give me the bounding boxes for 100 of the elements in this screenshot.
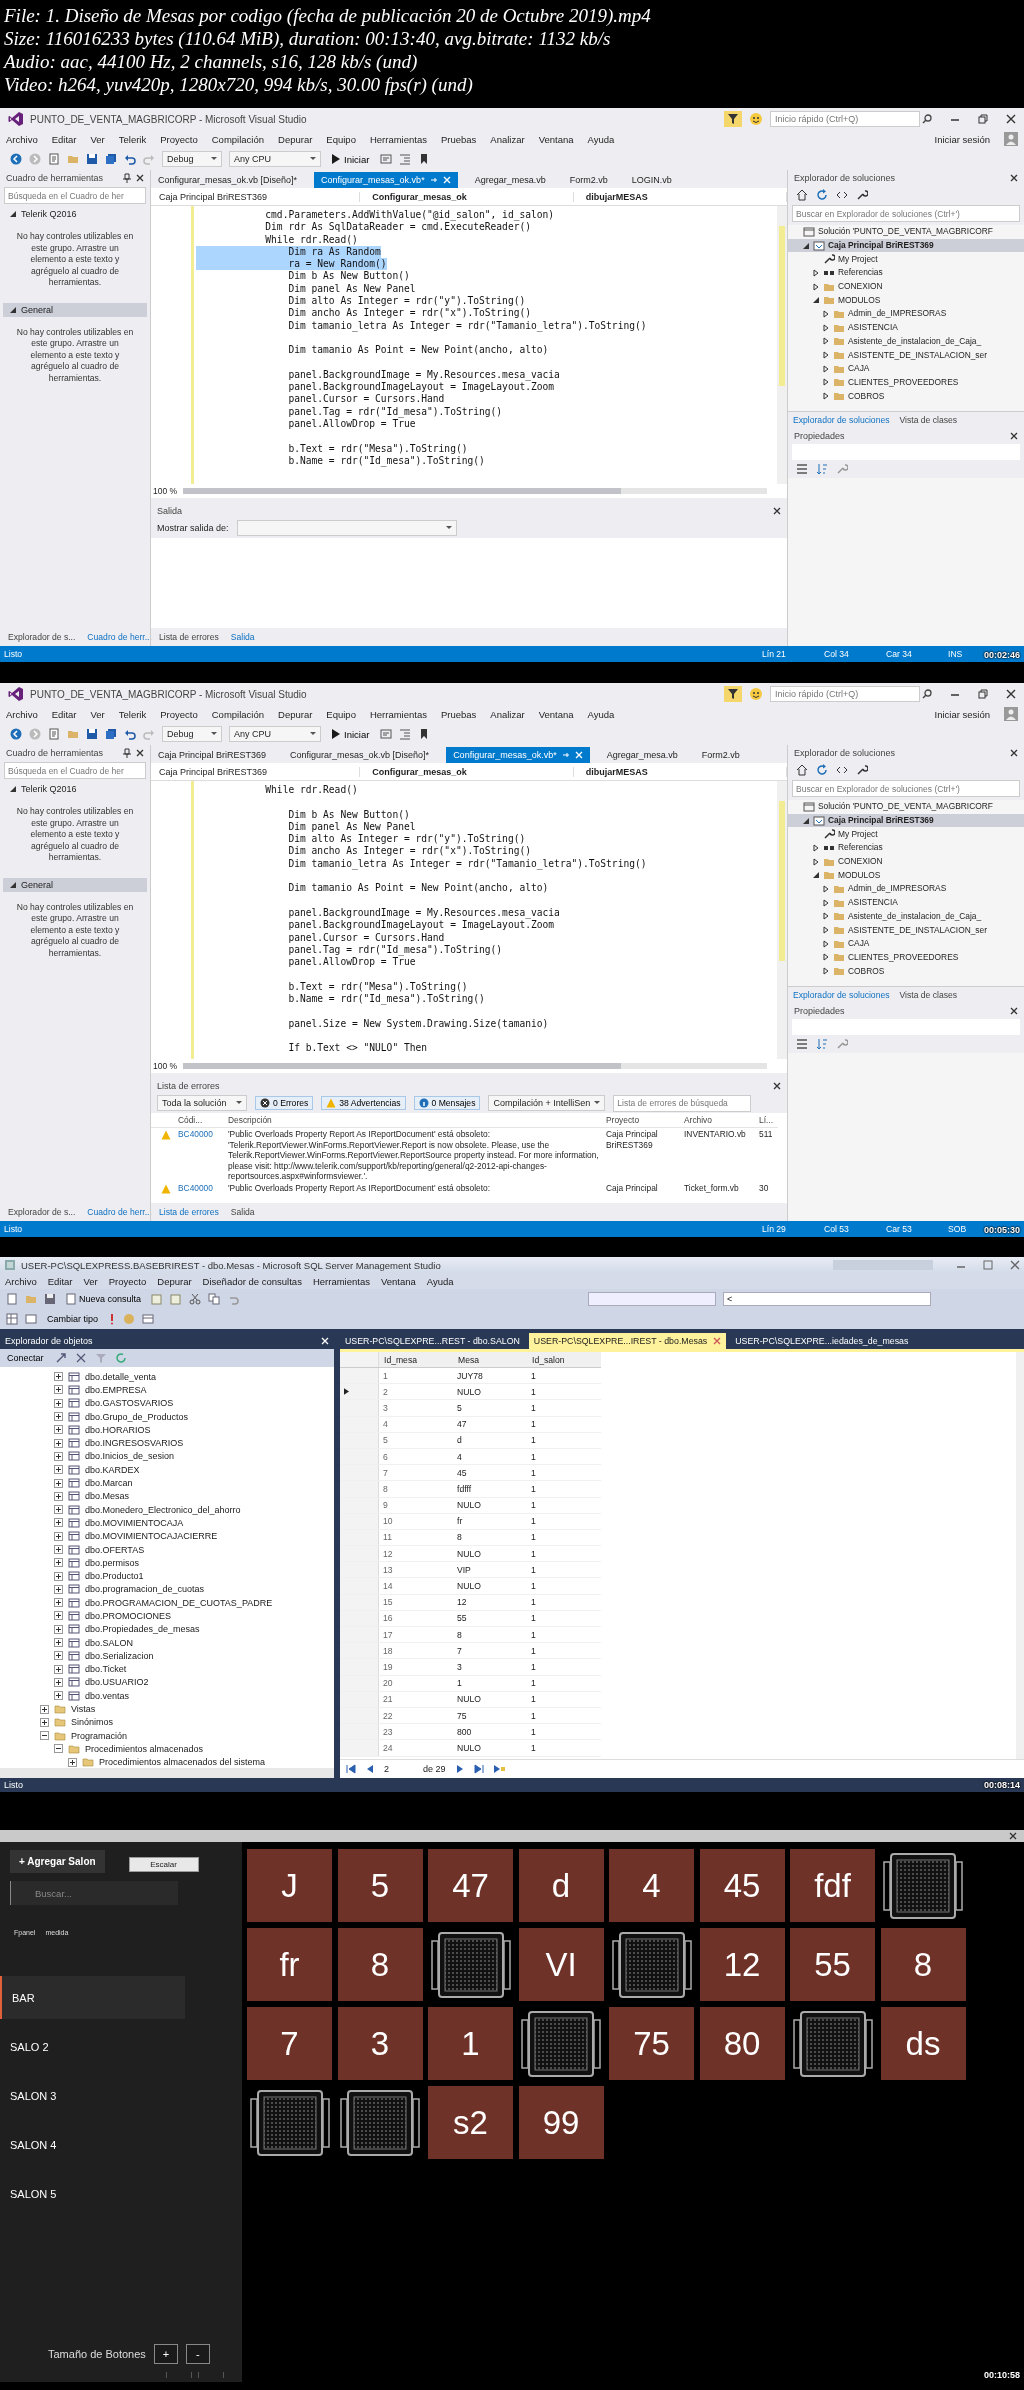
salon-item[interactable]: BAR <box>0 1976 185 2019</box>
empty-table-icon[interactable] <box>611 1930 692 1999</box>
menu-item[interactable]: Proyecto <box>160 133 198 145</box>
expander-icon[interactable] <box>822 898 830 907</box>
tree-item[interactable]: Admin_de_IMPRESORAS <box>848 883 947 895</box>
sign-in-link[interactable]: Iniciar sesión <box>934 708 990 720</box>
sign-in-link[interactable]: Iniciar sesión <box>934 133 990 145</box>
expander-icon[interactable] <box>54 1372 63 1382</box>
expander-icon[interactable] <box>54 1412 63 1422</box>
maximize-icon[interactable] <box>983 1260 993 1270</box>
navigation-dropdown[interactable]: Configurar_mesas_ok <box>364 191 574 202</box>
expander-icon[interactable] <box>822 351 830 360</box>
tree-item[interactable]: Procedimientos almacenados <box>85 1743 204 1754</box>
tree-item[interactable]: dbo.programacion_de_cuotas <box>85 1584 205 1595</box>
expander-icon[interactable] <box>9 880 17 889</box>
expander-icon[interactable] <box>54 1651 63 1661</box>
expander-icon[interactable] <box>54 1478 63 1488</box>
horizontal-scrollbar[interactable] <box>0 1768 334 1778</box>
salon-item[interactable]: SALON 5 <box>0 2172 185 2215</box>
expander-icon[interactable] <box>822 364 830 373</box>
document-tab[interactable]: USER-PC\SQLEXPRE...iedades_de_mesas <box>730 1333 914 1349</box>
panel-tab[interactable]: Cuadro de herr... <box>82 1205 157 1219</box>
table-button[interactable]: 99 <box>518 2086 604 2159</box>
menu-item[interactable]: Depurar <box>278 133 313 145</box>
expander-icon[interactable] <box>812 268 820 277</box>
document-tab[interactable]: Agregar_mesa.vb <box>599 747 685 763</box>
menu-item[interactable]: Telerik <box>118 133 147 145</box>
code-editor[interactable] <box>151 206 787 484</box>
expander-icon[interactable] <box>40 1717 49 1727</box>
expander-icon[interactable] <box>54 1518 63 1528</box>
expander-icon[interactable] <box>54 1571 63 1581</box>
panel-tab[interactable]: Lista de errores <box>154 1205 224 1219</box>
sql-icon[interactable] <box>25 1313 37 1325</box>
expander-icon[interactable] <box>54 1558 63 1568</box>
table-button[interactable]: 8 <box>880 1928 966 2001</box>
menu-item[interactable]: Proyecto <box>160 708 198 720</box>
zoom-level[interactable]: 100 % <box>153 486 178 496</box>
quick-launch-field[interactable]: Inicio rápido (Ctrl+Q) <box>770 111 920 127</box>
expander-icon[interactable] <box>812 871 820 880</box>
tree-item[interactable]: ASISTENCIA <box>848 322 898 334</box>
menu-item[interactable]: Compilación <box>211 708 264 720</box>
column-header[interactable]: Descripción <box>225 1113 603 1129</box>
tree-item[interactable]: dbo.Propiedades_de_mesas <box>85 1624 200 1635</box>
expander-icon[interactable] <box>54 1491 63 1501</box>
menu-item[interactable]: Analizar <box>490 708 525 720</box>
tree-item[interactable]: dbo.Inicios_de_sesion <box>85 1451 175 1462</box>
menu-item[interactable]: Ventana <box>538 133 574 145</box>
tree-item[interactable]: CAJA <box>848 363 870 375</box>
tree-item[interactable]: dbo.GASTOSVARIOS <box>85 1398 174 1409</box>
tree-item[interactable]: dbo.Mesas <box>85 1491 130 1502</box>
tree-item[interactable]: Vistas <box>71 1704 96 1715</box>
sort-icon[interactable] <box>816 463 828 475</box>
tree-item[interactable]: dbo.HORARIOS <box>85 1424 151 1435</box>
refresh-icon[interactable] <box>816 764 828 776</box>
save-all-icon[interactable] <box>105 728 117 740</box>
navigation-dropdown[interactable]: Caja Principal BriREST369 <box>151 766 361 777</box>
close-icon[interactable] <box>136 174 144 182</box>
size-button[interactable]: - <box>185 2344 210 2364</box>
connect-icon[interactable] <box>54 1352 67 1364</box>
home-icon[interactable] <box>796 189 808 201</box>
tree-item[interactable]: CLIENTES_PROVEEDORES <box>848 951 959 963</box>
menu-item[interactable]: Proyecto <box>108 1275 147 1287</box>
tree-item[interactable]: Referencias <box>838 267 883 279</box>
tree-item[interactable]: dbo.permisos <box>85 1557 140 1568</box>
last-record-icon[interactable] <box>473 1764 484 1774</box>
document-tab[interactable]: Form2.vb <box>694 747 747 763</box>
expander-icon[interactable] <box>802 816 810 825</box>
expander-icon[interactable] <box>54 1584 63 1594</box>
configuration-dropdown[interactable]: Debug <box>162 151 222 167</box>
expander-icon[interactable] <box>54 1438 63 1448</box>
expander-icon[interactable] <box>9 210 17 218</box>
next-record-icon[interactable] <box>454 1764 465 1774</box>
expander-icon[interactable] <box>822 953 830 962</box>
tree-item[interactable]: dbo.MOVIMIENTOCAJA <box>85 1517 184 1528</box>
expander-icon[interactable] <box>822 323 830 332</box>
scope-dropdown[interactable]: Toda la solución <box>157 1095 247 1111</box>
horizontal-scrollbar[interactable] <box>183 1063 767 1069</box>
menu-item[interactable]: Ventana <box>380 1275 416 1287</box>
salon-item[interactable]: SALON 4 <box>0 2123 185 2166</box>
grid-icon[interactable] <box>6 1313 18 1325</box>
expander-icon[interactable] <box>54 1465 63 1475</box>
empty-table-icon[interactable] <box>249 2088 330 2157</box>
expander-icon[interactable] <box>54 1531 63 1541</box>
error-code-link[interactable]: BC40000 <box>175 1128 225 1183</box>
tree-item[interactable]: MODULOS <box>838 869 881 881</box>
tree-item[interactable]: dbo.Grupo_de_Productos <box>85 1411 189 1422</box>
tree-item[interactable]: Programación <box>71 1730 128 1741</box>
tree-item[interactable]: dbo.KARDEX <box>85 1464 140 1475</box>
vertical-scrollbar[interactable] <box>777 206 787 484</box>
toolbox-group-header[interactable]: Telerik Q2016 <box>3 207 147 221</box>
scale-button[interactable]: Escalar <box>128 1857 199 1872</box>
expander-icon[interactable] <box>822 392 830 401</box>
table-button[interactable]: ds <box>880 2007 966 2080</box>
close-icon[interactable] <box>773 507 781 515</box>
search-field[interactable]: Lista de errores de búsqueda <box>613 1094 752 1112</box>
expander-icon[interactable] <box>812 843 820 852</box>
connect-dropdown[interactable]: Conectar <box>4 1353 47 1363</box>
save-icon[interactable] <box>44 1293 56 1305</box>
smiley-icon[interactable] <box>748 686 764 702</box>
expander-icon[interactable] <box>54 1744 63 1754</box>
